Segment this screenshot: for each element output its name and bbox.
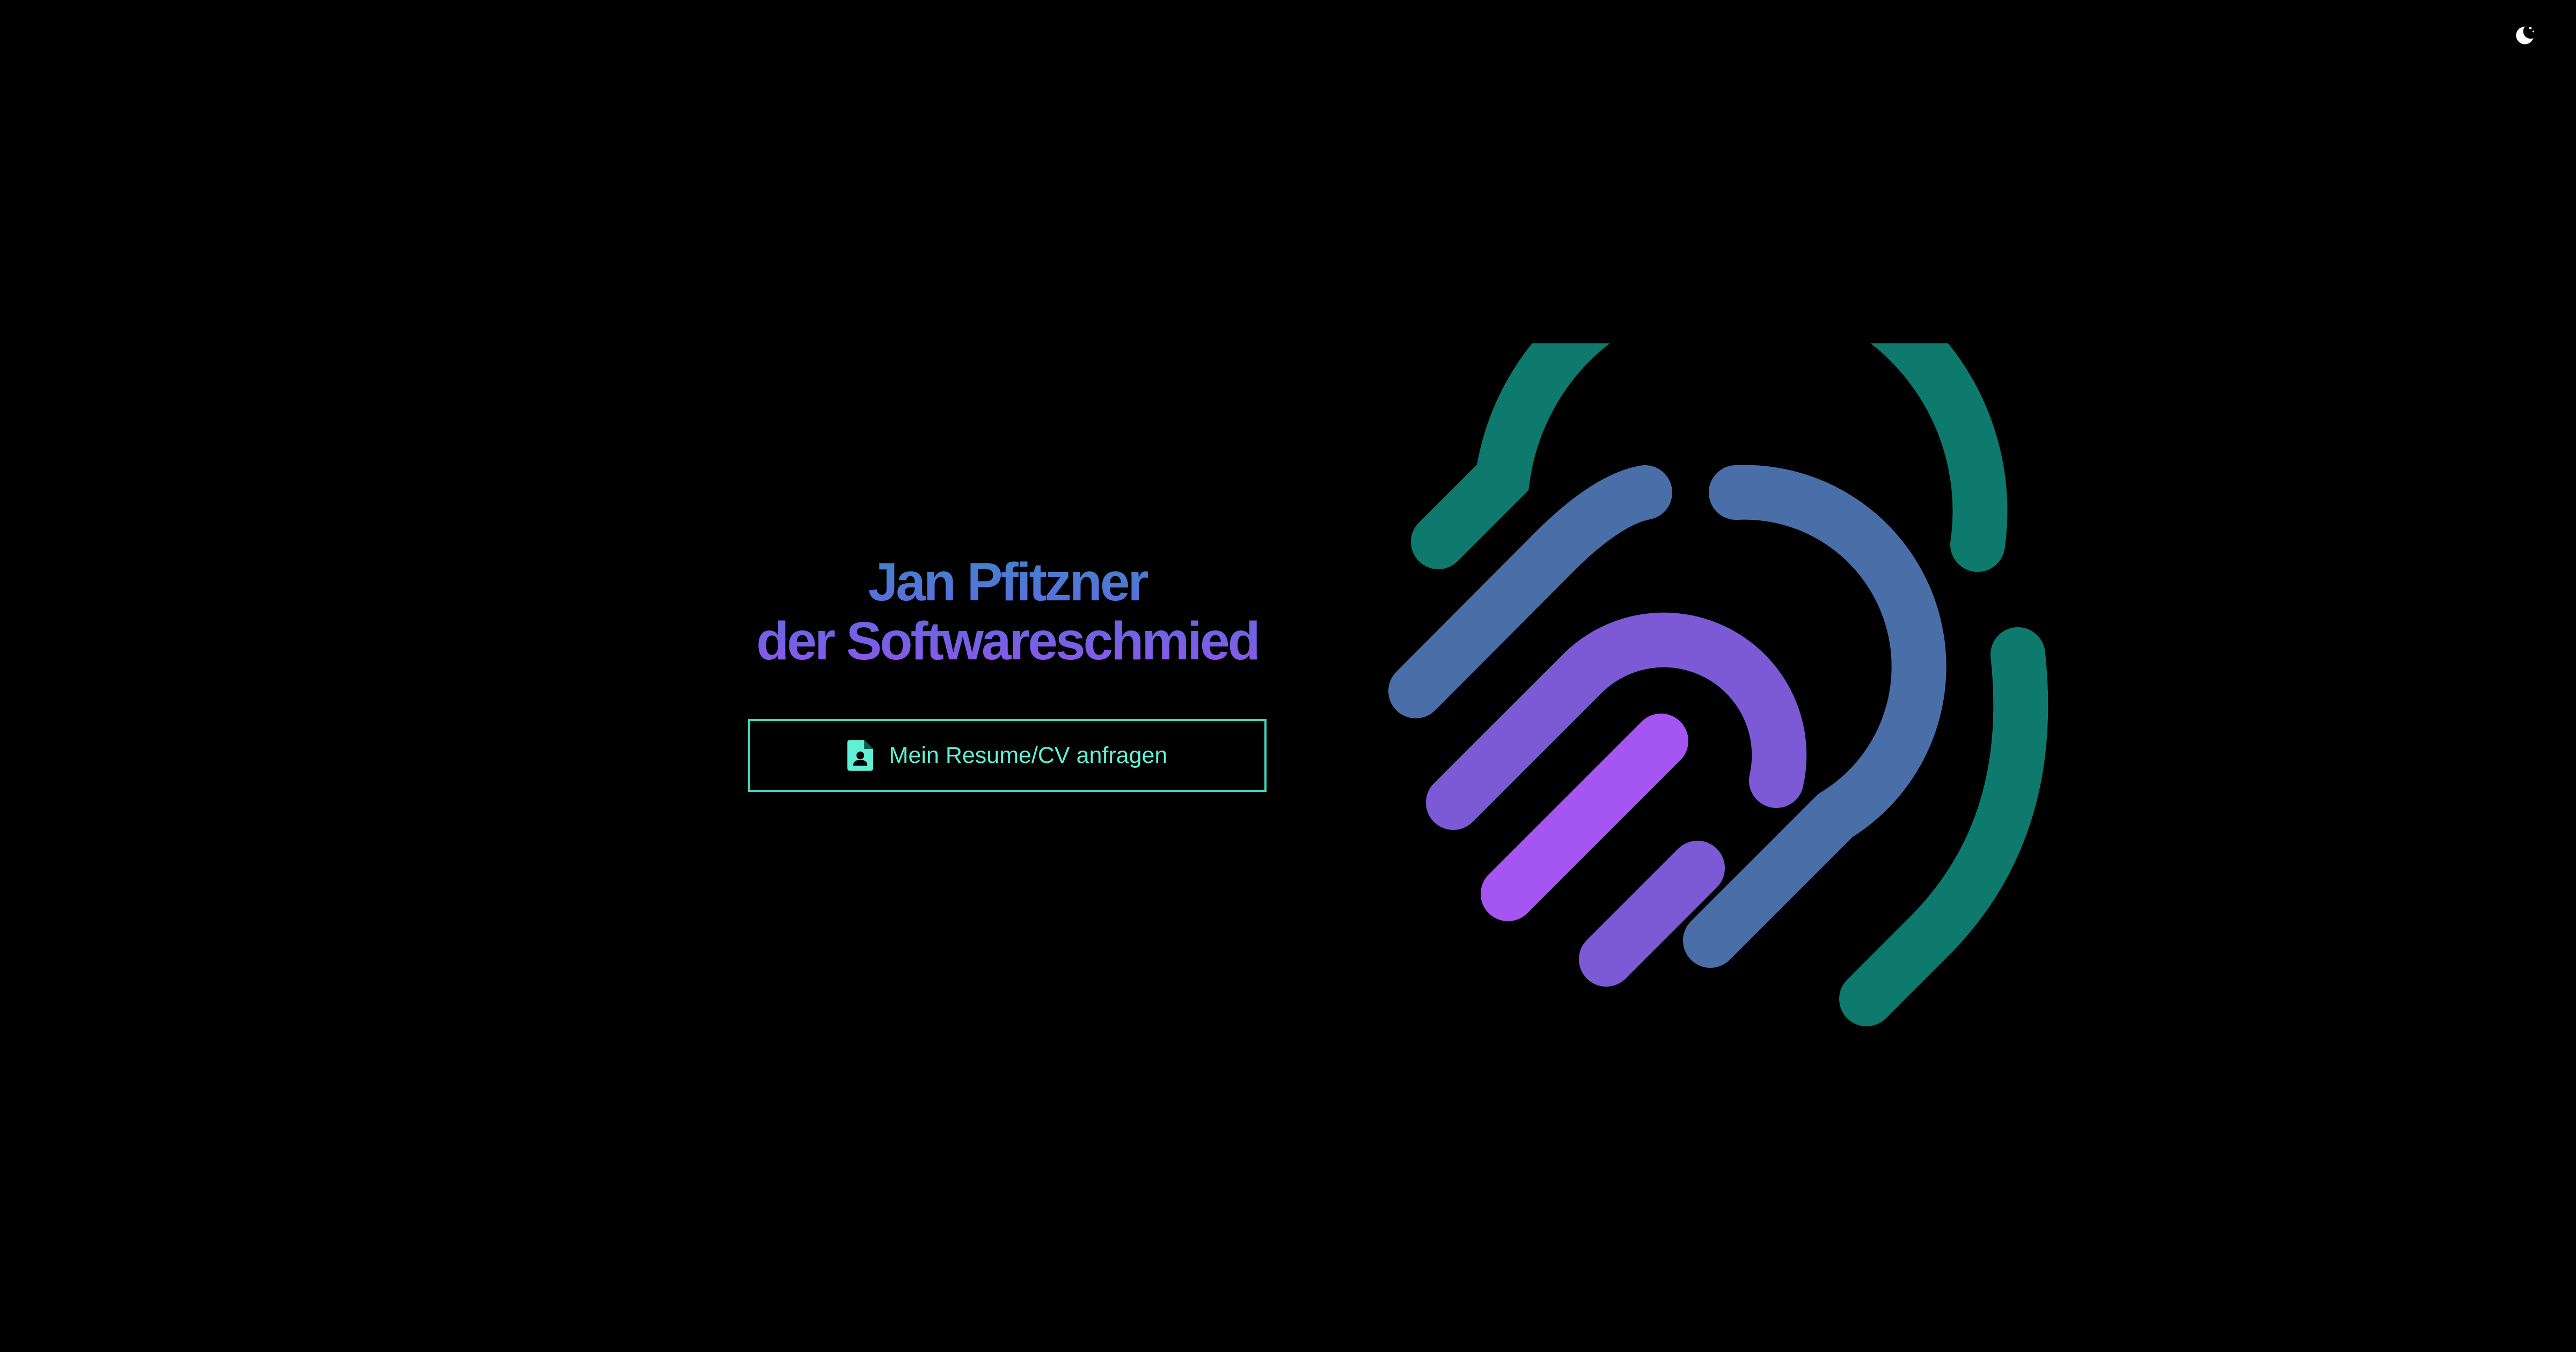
request-cv-label: Mein Resume/CV anfragen <box>889 742 1168 768</box>
document-user-icon <box>847 740 873 771</box>
page: Jan Pfitzner der Softwareschmied Mein Re… <box>0 0 2576 1352</box>
hero: Jan Pfitzner der Softwareschmied <box>748 553 1267 671</box>
request-cv-button[interactable]: Mein Resume/CV anfragen <box>748 719 1267 792</box>
fingerprint-logo <box>1374 244 2061 1030</box>
page-title: Jan Pfitzner der Softwareschmied <box>748 553 1267 671</box>
title-subtitle: der Softwareschmied <box>756 611 1258 671</box>
logo-core <box>1481 714 1688 921</box>
logo-outer-arc <box>1411 244 2008 572</box>
moon-icon <box>2513 24 2536 50</box>
title-name: Jan Pfitzner <box>868 552 1147 612</box>
logo-middle-right <box>1683 465 1946 968</box>
theme-toggle-button[interactable] <box>2507 19 2542 54</box>
